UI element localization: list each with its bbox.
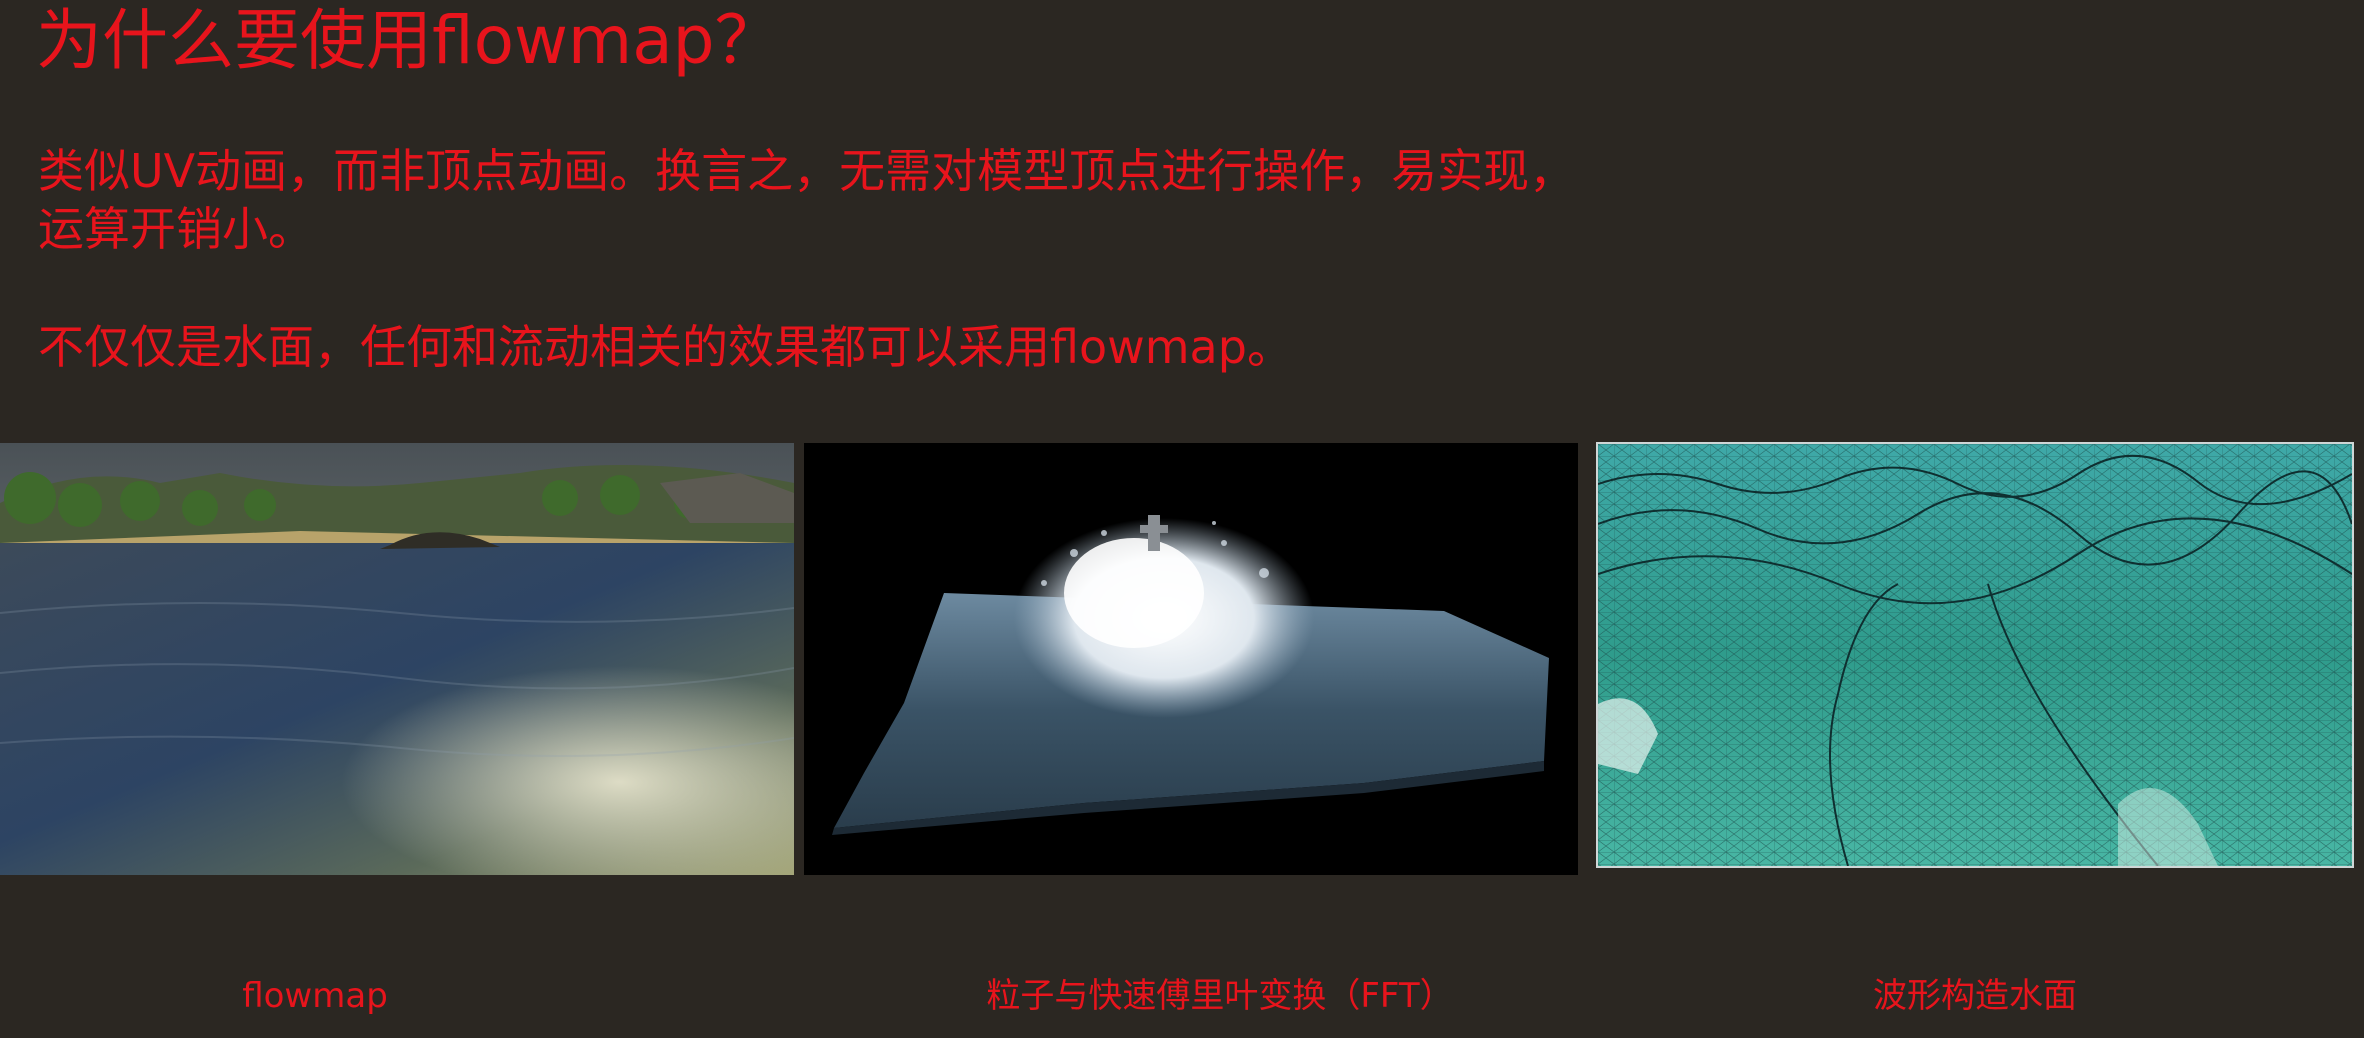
caption-fft: 粒子与快速傅里叶变换（FFT） xyxy=(986,976,1454,1016)
caption-wave-mesh: 波形构造水面 xyxy=(1873,976,2077,1016)
river-water-scene-icon xyxy=(0,443,794,875)
paragraph-1-line-2: 运算开销小。 xyxy=(38,202,314,256)
paragraph-1-line-1: 类似UV动画，而非顶点动画。换言之，无需对模型顶点进行操作，易实现， xyxy=(38,144,1576,198)
flowmap-river-image xyxy=(0,443,794,875)
slide-title: 为什么要使用flowmap？ xyxy=(36,2,781,79)
fft-splash-image xyxy=(804,443,1578,875)
ocean-splash-fft-scene-icon xyxy=(804,443,1578,875)
caption-flowmap: flowmap xyxy=(242,976,388,1016)
slide: 为什么要使用flowmap？ 类似UV动画，而非顶点动画。换言之，无需对模型顶点… xyxy=(0,0,2364,1038)
wave-mesh-image xyxy=(1596,442,2354,868)
wave-mesh-scene-icon xyxy=(1598,444,2352,866)
paragraph-2: 不仅仅是水面，任何和流动相关的效果都可以采用flowmap。 xyxy=(38,320,1293,374)
